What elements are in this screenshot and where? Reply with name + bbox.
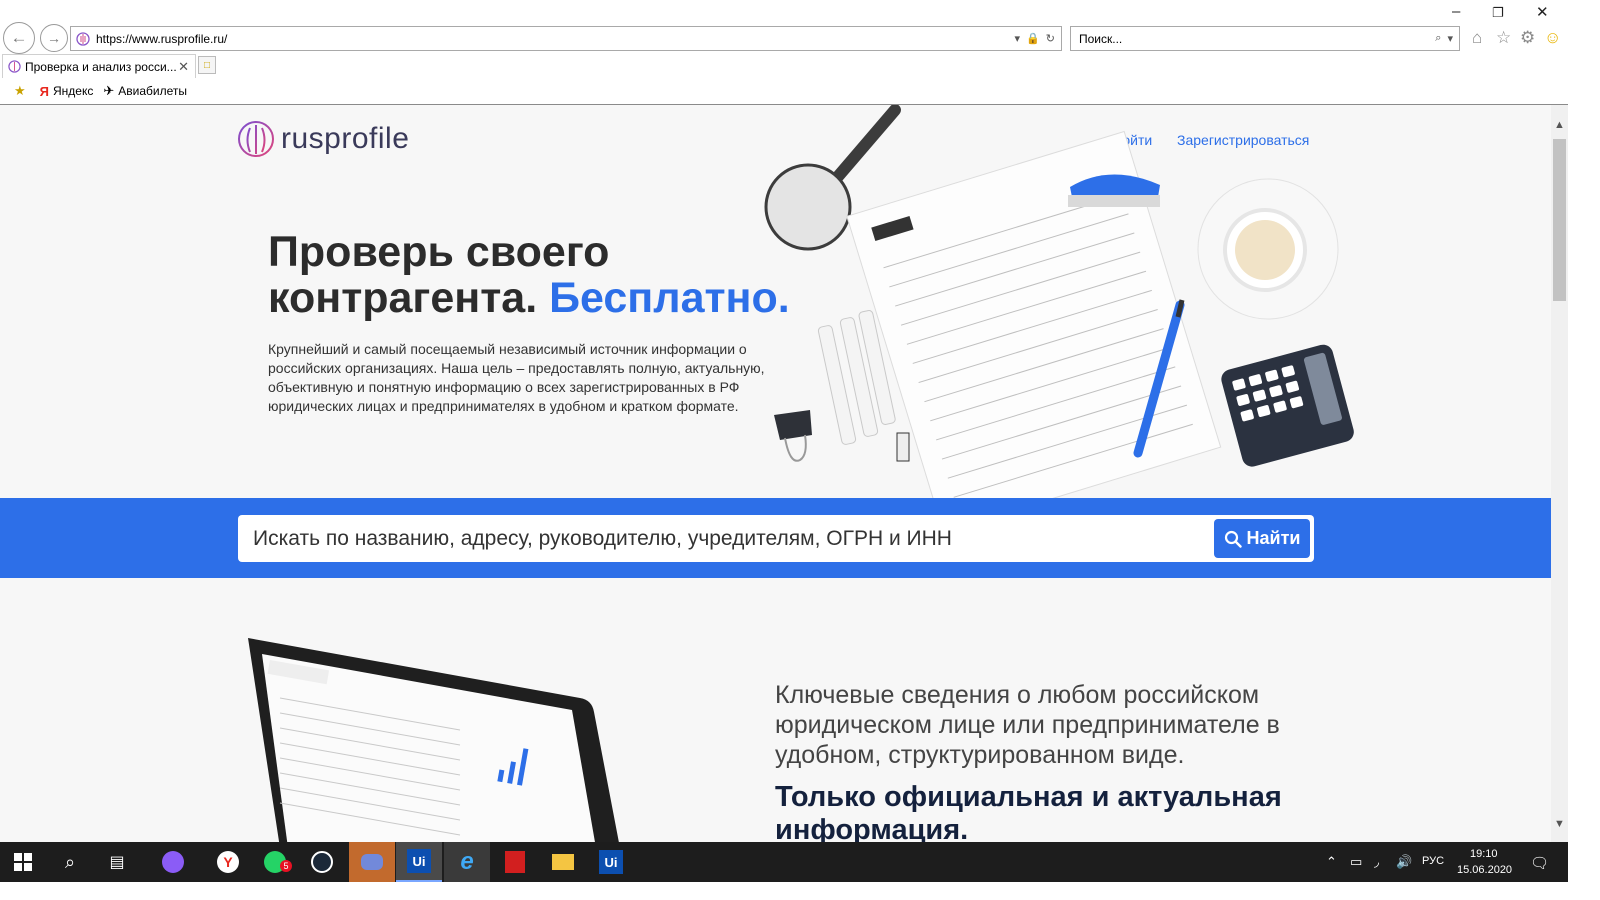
airplane-icon: ✈ [103, 83, 115, 98]
office-desk-illustration [764, 105, 1354, 498]
arrow-left-icon: ← [10, 28, 28, 47]
hero-title-line2: контрагента. [268, 274, 550, 322]
forward-button[interactable]: → [40, 24, 68, 52]
wifi-icon[interactable]: ◞ [1374, 854, 1379, 870]
home-icon[interactable]: ⌂ [1472, 28, 1482, 48]
url-text[interactable]: https://www.rusprofile.ru/ [96, 32, 1015, 46]
uipath-icon: Ui [407, 849, 431, 873]
calculator-icon [1221, 344, 1354, 467]
logo-text: rusprofile [281, 122, 410, 155]
pdf-icon [505, 851, 525, 873]
yandex-browser-button[interactable]: Y [205, 842, 251, 882]
refresh-icon[interactable]: ↻ [1046, 32, 1055, 45]
binder-clip-icon [774, 410, 812, 462]
internet-explorer-button[interactable]: e [444, 842, 490, 882]
restore-icon[interactable]: ❐ [1492, 5, 1504, 21]
address-bar[interactable]: https://www.rusprofile.ru/ ▾ 🔒 ↻ [70, 26, 1062, 51]
company-search-input[interactable] [238, 515, 1208, 562]
feature-heading: Только официальная и актуальная информац… [775, 781, 1282, 842]
dropdown-arrow-icon[interactable]: ▾ [1015, 32, 1021, 45]
task-view-button[interactable]: ▤ [94, 842, 140, 882]
yandex-browser-icon: Y [217, 851, 239, 873]
tab-strip: Проверка и анализ росси... ✕ □ [0, 54, 1568, 78]
task-view-icon: ▤ [109, 854, 125, 871]
notification-badge: 5 [280, 860, 292, 872]
back-button[interactable]: ← [3, 22, 35, 54]
windows-logo-icon [14, 853, 32, 871]
windows-taskbar: ⌕ ▤ Y 5 Ui e Ui ⌃ ▭ ◞ 🔊 РУС 19:10 15.06.… [0, 842, 1568, 882]
volume-icon[interactable]: 🔊 [1396, 854, 1412, 870]
action-center-icon[interactable]: 🗨 [1530, 854, 1549, 872]
search-field-wrapper: Найти [238, 515, 1314, 562]
alice-icon [162, 851, 184, 873]
uipath-robot-button[interactable]: Ui [588, 842, 634, 882]
settings-gear-icon[interactable]: ⚙ [1520, 28, 1535, 48]
new-tab-icon: □ [203, 59, 211, 71]
page-viewport: rusprofile Войти Зарегистрироваться Пров… [0, 105, 1551, 842]
clock-time[interactable]: 19:10 [1470, 848, 1498, 860]
close-window-icon[interactable]: ✕ [1536, 3, 1549, 21]
favorites-star-icon[interactable]: ☆ [1496, 28, 1511, 48]
star-icon: ★ [14, 83, 26, 98]
scroll-up-icon[interactable]: ▲ [1554, 119, 1565, 131]
smiley-feedback-icon[interactable]: ☺ [1544, 28, 1561, 48]
search-band: Найти [0, 498, 1551, 578]
discord-icon [361, 854, 383, 870]
search-icon [1224, 530, 1242, 548]
show-hidden-icons-icon[interactable]: ⌃ [1326, 854, 1337, 870]
close-tab-icon[interactable]: ✕ [178, 59, 189, 75]
page-scrollbar[interactable]: ▲ ▼ [1551, 105, 1568, 842]
alice-assistant-button[interactable] [150, 842, 196, 882]
new-tab-button[interactable]: □ [198, 56, 216, 74]
scroll-down-icon[interactable]: ▼ [1554, 818, 1565, 830]
browser-chrome: – ❐ ✕ ← → https://www.rusprofile.ru/ ▾ 🔒… [0, 0, 1568, 106]
favorite-label: Авиабилеты [118, 84, 187, 98]
favorites-bar: ★ Я Яндекс ✈ Авиабилеты [0, 80, 1568, 102]
hero-description: Крупнейший и самый посещаемый независимы… [268, 341, 765, 414]
coffee-cup-icon [1197, 178, 1339, 320]
acrobat-reader-button[interactable] [492, 842, 538, 882]
steam-icon [311, 851, 333, 873]
find-button-label: Найти [1246, 528, 1301, 548]
whatsapp-button[interactable]: 5 [252, 842, 298, 882]
favorite-avia[interactable]: ✈ Авиабилеты [103, 83, 187, 99]
laptop-screenshot-illustration [248, 638, 619, 842]
hero-title-line1: Проверь своего [268, 228, 610, 276]
find-button[interactable]: Найти [1214, 519, 1310, 558]
lock-icon[interactable]: 🔒 [1026, 32, 1040, 45]
tab-label: Проверка и анализ росси... [25, 59, 177, 74]
rusprofile-logo[interactable]: rusprofile [237, 120, 409, 158]
rusprofile-logo-icon [238, 121, 274, 157]
internet-explorer-icon: e [460, 848, 474, 875]
discord-button[interactable] [349, 842, 395, 882]
keyboard-language[interactable]: РУС [1422, 855, 1444, 867]
clock-date[interactable]: 15.06.2020 [1457, 864, 1512, 876]
search-icon: ⌕ [64, 851, 76, 872]
search-taskbar-button[interactable]: ⌕ [47, 842, 93, 882]
browser-search-placeholder[interactable]: Поиск... [1079, 32, 1435, 46]
add-favorite-icon[interactable]: ★ [14, 83, 30, 99]
minimize-icon[interactable]: – [1452, 3, 1460, 20]
browser-search-box[interactable]: Поиск... ⌕ ▾ [1070, 26, 1460, 51]
file-explorer-button[interactable] [540, 842, 586, 882]
uipath-icon: Ui [599, 850, 623, 874]
start-button[interactable] [0, 842, 46, 882]
tab-rusprofile[interactable]: Проверка и анализ росси... ✕ [2, 54, 196, 78]
uipath-studio-button[interactable]: Ui [396, 842, 442, 882]
yandex-icon: Я [39, 83, 49, 99]
folder-icon [552, 854, 574, 870]
feature-description: Ключевые сведения о любом российском юри… [775, 681, 1280, 769]
hero-title: Проверь своего контрагента. Бесплатно. [268, 229, 790, 321]
favorite-label: Яндекс [53, 84, 94, 98]
steam-button[interactable] [299, 842, 345, 882]
arrow-right-icon: → [47, 30, 61, 46]
dropdown-arrow-icon[interactable]: ▾ [1447, 32, 1453, 45]
scrollbar-thumb[interactable] [1553, 139, 1566, 301]
favorite-yandex[interactable]: Я Яндекс [40, 84, 94, 99]
search-icon[interactable]: ⌕ [1435, 32, 1441, 45]
battery-icon[interactable]: ▭ [1350, 854, 1362, 870]
rusprofile-favicon-icon [8, 60, 21, 73]
rusprofile-favicon-icon [76, 31, 90, 46]
hero-title-accent: Бесплатно. [549, 274, 790, 322]
